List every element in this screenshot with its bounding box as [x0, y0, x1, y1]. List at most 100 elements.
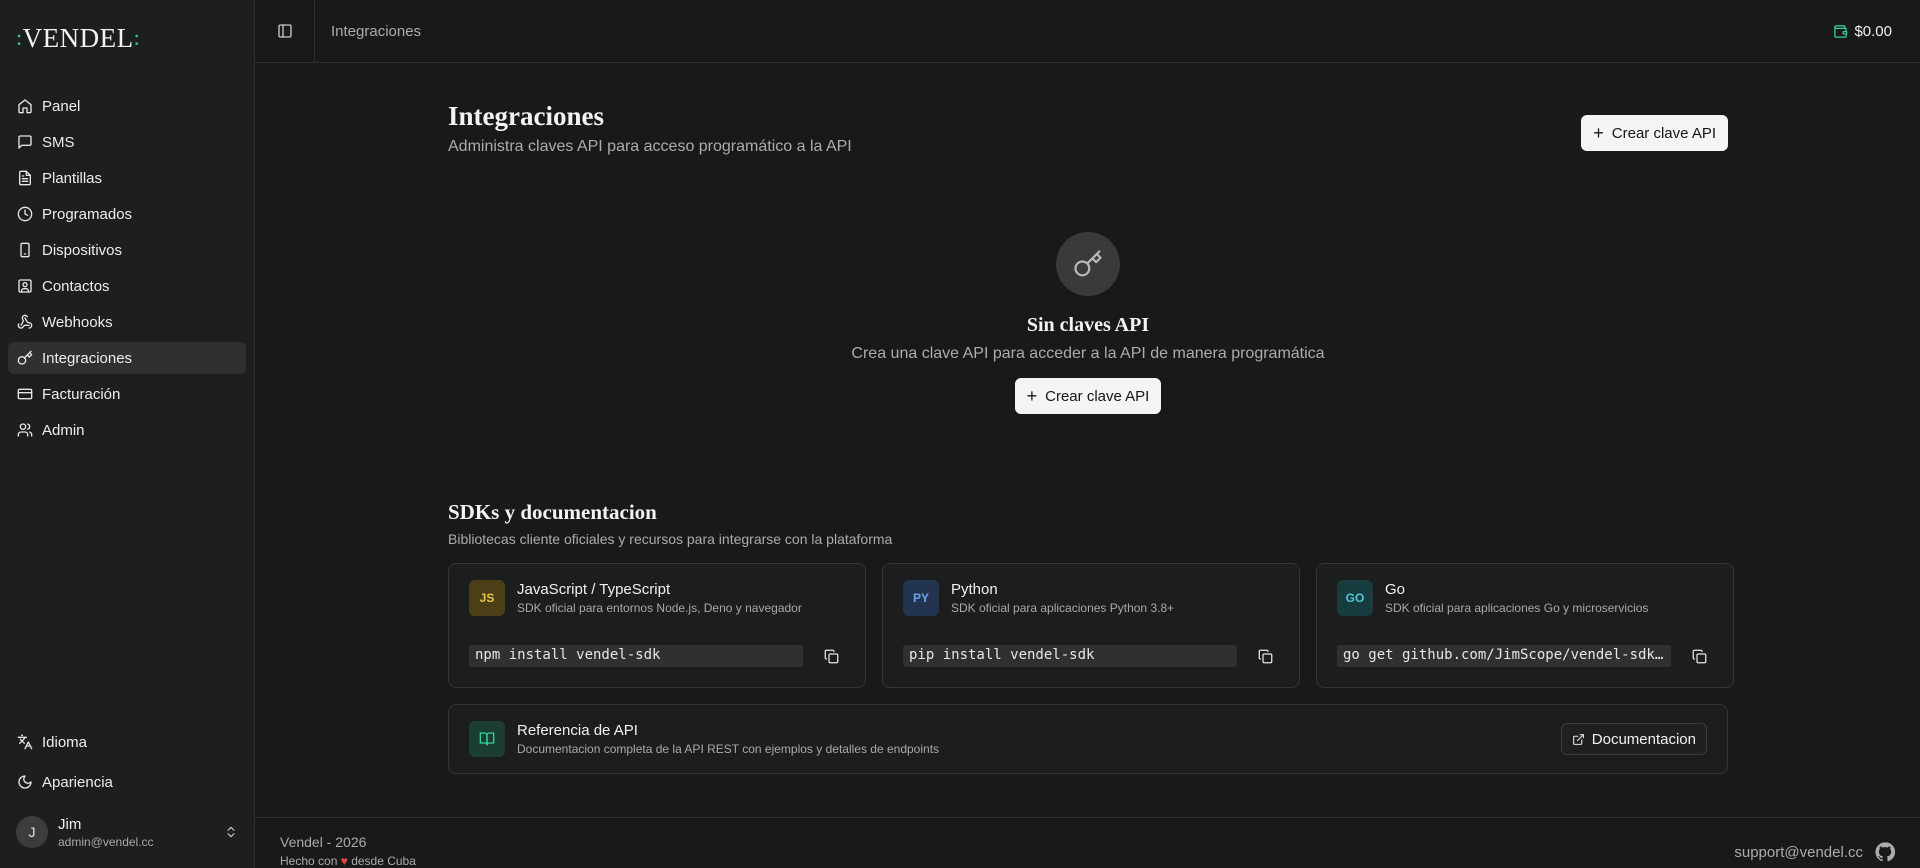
empty-state: Sin claves API Crea una clave API para a…	[448, 232, 1728, 414]
sidebar-item-sms[interactable]: SMS	[8, 126, 246, 158]
message-icon	[18, 135, 32, 149]
book-icon	[469, 721, 505, 757]
page-subtitle: Administra claves API para acceso progra…	[448, 138, 852, 155]
language-label: Idioma	[42, 733, 88, 751]
sdk-card-javascript: JS JavaScript / TypeScript SDK oficial p…	[448, 563, 866, 688]
install-command: npm install vendel-sdk	[469, 645, 803, 667]
empty-state-title: Sin claves API	[1026, 314, 1150, 336]
footer-made-prefix: Hecho con	[280, 854, 338, 868]
copy-button[interactable]	[1251, 642, 1279, 670]
sidebar-item-programados[interactable]: Programados	[8, 198, 246, 230]
sidebar-item-panel[interactable]: Panel	[8, 90, 246, 122]
chevrons-up-down-icon	[227, 826, 235, 838]
install-command: pip install vendel-sdk	[903, 645, 1237, 667]
sidebar-item-plantillas[interactable]: Plantillas	[8, 162, 246, 194]
footer: Vendel - 2026 Hecho con ♥ desde Cuba sup…	[255, 817, 1920, 868]
footer-copyright: Vendel - 2026	[280, 834, 367, 850]
install-command: go get github.com/JimScope/vendel-sdk-go	[1337, 645, 1671, 667]
sidebar-item-label: SMS	[42, 133, 75, 151]
footer-made-suffix: desde Cuba	[351, 854, 416, 868]
translate-icon	[17, 734, 33, 750]
sidebar-item-label: Panel	[42, 97, 81, 115]
heart-icon: ♥	[340, 854, 348, 868]
copy-button[interactable]	[1685, 642, 1713, 670]
logo-dots-right: :	[133, 25, 141, 50]
plus-icon: +	[1026, 386, 1038, 406]
plus-icon: +	[1593, 123, 1604, 143]
sidebar-item-dispositivos[interactable]: Dispositivos	[8, 234, 246, 266]
sidebar-item-contactos[interactable]: Contactos	[8, 270, 246, 302]
sdk-description: SDK oficial para entornos Node.js, Deno …	[517, 601, 802, 615]
github-icon[interactable]	[1875, 842, 1895, 862]
sidebar-item-admin[interactable]: Admin	[8, 414, 246, 446]
documentation-label: Documentacion	[1591, 730, 1696, 748]
home-icon	[18, 99, 32, 114]
sidebar-item-label: Integraciones	[42, 349, 133, 367]
empty-create-api-key-label: Crear clave API	[1045, 387, 1150, 405]
copy-icon	[1692, 649, 1706, 663]
copy-icon	[824, 649, 838, 663]
sidebar: : VENDEL : Panel SMS Plantillas Programa…	[0, 0, 255, 868]
user-info: Jim admin@vendel.cc	[58, 816, 224, 849]
sidebar-item-label: Plantillas	[42, 169, 103, 187]
sidebar-item-facturacion[interactable]: Facturación	[8, 378, 246, 410]
page-header: Integraciones Administra claves API para…	[448, 101, 1728, 156]
sidebar-item-label: Admin	[42, 421, 85, 439]
page-title: Integraciones	[448, 101, 604, 131]
logo[interactable]: : VENDEL :	[0, 0, 254, 76]
sdk-name: Python	[951, 581, 998, 598]
documentation-button[interactable]: Documentacion	[1560, 723, 1707, 755]
sidebar-nav: Panel SMS Plantillas Programados Disposi…	[0, 76, 254, 450]
topbar: Integraciones $0.00	[255, 0, 1920, 63]
api-reference-card: Referencia de API Documentacion completa…	[448, 704, 1728, 774]
sidebar-toggle-button[interactable]	[269, 0, 315, 63]
empty-state-description: Crea una clave API para acceder a la API…	[851, 345, 1325, 362]
avatar: J	[16, 816, 48, 848]
page-content: Integraciones Administra claves API para…	[448, 63, 1734, 774]
webhook-icon	[17, 314, 33, 329]
logo-dots-left: :	[16, 25, 23, 50]
footer-made-with: Hecho con ♥ desde Cuba	[280, 854, 416, 868]
panel-left-icon	[277, 24, 292, 38]
create-api-key-button[interactable]: + Crear clave API	[1581, 115, 1728, 151]
appearance-button[interactable]: Apariencia	[8, 766, 246, 798]
sdk-name: JavaScript / TypeScript	[517, 581, 671, 598]
app-root: : VENDEL : Panel SMS Plantillas Programa…	[0, 0, 1920, 868]
sidebar-item-integraciones[interactable]: Integraciones	[8, 342, 246, 374]
wallet-icon	[1834, 24, 1848, 38]
api-reference-description: Documentacion completa de la API REST co…	[517, 742, 940, 756]
balance-indicator[interactable]: $0.00	[1833, 23, 1892, 40]
support-email-link[interactable]: support@vendel.cc	[1734, 844, 1863, 861]
create-api-key-label: Crear clave API	[1611, 124, 1716, 142]
sdk-grid: JS JavaScript / TypeScript SDK oficial p…	[448, 563, 1734, 688]
phone-icon	[20, 242, 30, 258]
sidebar-item-label: Dispositivos	[42, 241, 123, 259]
contacts-icon	[18, 279, 32, 293]
copy-button[interactable]	[817, 642, 845, 670]
py-badge: PY	[903, 580, 939, 616]
user-email: admin@vendel.cc	[58, 834, 154, 849]
appearance-label: Apariencia	[42, 773, 113, 791]
sdk-card-python: PY Python SDK oficial para aplicaciones …	[882, 563, 1300, 688]
api-reference-title: Referencia de API	[517, 722, 638, 739]
empty-create-api-key-button[interactable]: + Crear clave API	[1014, 378, 1162, 414]
key-icon	[17, 350, 33, 365]
sdk-description: SDK oficial para aplicaciones Python 3.8…	[951, 601, 1175, 615]
logo-text: VENDEL	[22, 22, 134, 53]
users-icon	[17, 423, 33, 437]
main-area: Integraciones $0.00 Integraciones Admini…	[255, 0, 1920, 868]
js-badge: JS	[469, 580, 505, 616]
sdk-section-title: SDKs y documentacion	[448, 500, 657, 524]
language-button[interactable]: Idioma	[8, 726, 246, 758]
sidebar-item-label: Programados	[42, 205, 133, 223]
sdk-section-subtitle: Bibliotecas cliente oficiales y recursos…	[448, 531, 893, 547]
sdk-description: SDK oficial para aplicaciones Go y micro…	[1385, 601, 1649, 615]
key-icon	[1056, 232, 1120, 296]
sdk-name: Go	[1385, 581, 1406, 598]
copy-icon	[1258, 649, 1272, 663]
sidebar-item-webhooks[interactable]: Webhooks	[8, 306, 246, 338]
credit-card-icon	[17, 388, 33, 400]
user-menu[interactable]: J Jim admin@vendel.cc	[8, 806, 246, 858]
breadcrumb: Integraciones	[331, 22, 422, 40]
go-badge: GO	[1337, 580, 1373, 616]
